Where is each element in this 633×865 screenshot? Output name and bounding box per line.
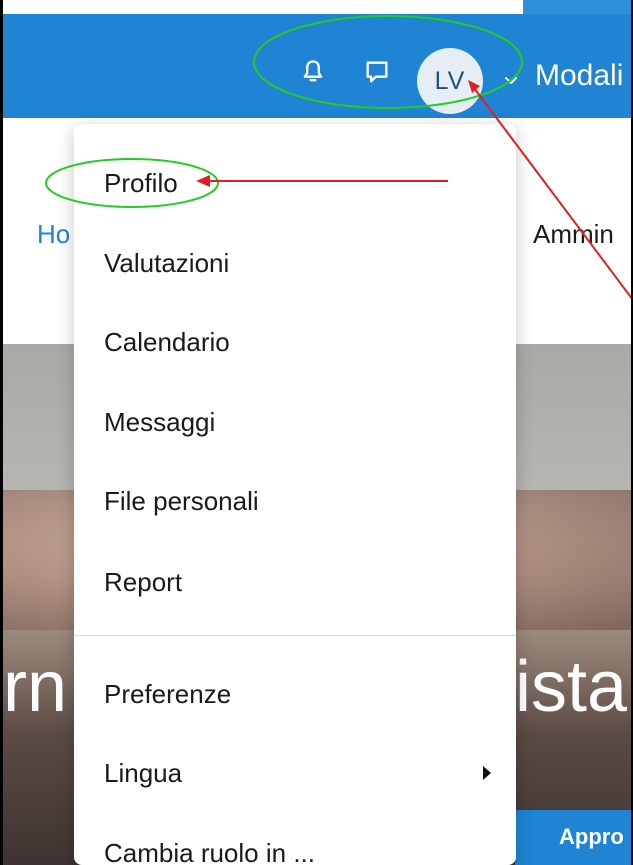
home-link[interactable]: Ho (37, 219, 70, 250)
avatar[interactable]: LV (417, 48, 483, 114)
menu-item-preferences[interactable]: Preferenze (104, 679, 231, 710)
chevron-down-icon[interactable] (503, 72, 519, 88)
hero-title-right: ista (515, 647, 628, 727)
menu-item-language[interactable]: Lingua (104, 758, 182, 789)
admin-link[interactable]: Ammin (533, 219, 614, 250)
user-menu-dropdown: Profilo Valutazioni Calendario Messaggi … (74, 124, 516, 865)
menu-item-messages[interactable]: Messaggi (104, 407, 215, 438)
menu-item-switch-role[interactable]: Cambia ruolo in ... (104, 838, 315, 865)
menu-item-reports[interactable]: Report (104, 567, 182, 598)
app-window: LV Modali Ho Ammin rn ista Appro Profilo… (3, 0, 631, 865)
menu-item-calendar[interactable]: Calendario (104, 327, 230, 358)
submenu-arrow-icon (483, 766, 491, 780)
hero-title-left: rn (3, 647, 68, 727)
bell-icon[interactable] (299, 58, 327, 86)
mode-label[interactable]: Modali (535, 59, 623, 93)
menu-item-private-files[interactable]: File personali (104, 486, 259, 517)
menu-item-grades[interactable]: Valutazioni (104, 248, 229, 279)
chat-icon[interactable] (363, 58, 391, 86)
approve-button[interactable]: Appro (515, 810, 631, 865)
menu-item-profile[interactable]: Profilo (104, 168, 178, 199)
menu-divider (74, 635, 516, 636)
top-navbar: LV Modali (3, 14, 631, 118)
navbar-strip (523, 0, 631, 14)
frame-border-left (0, 0, 3, 865)
